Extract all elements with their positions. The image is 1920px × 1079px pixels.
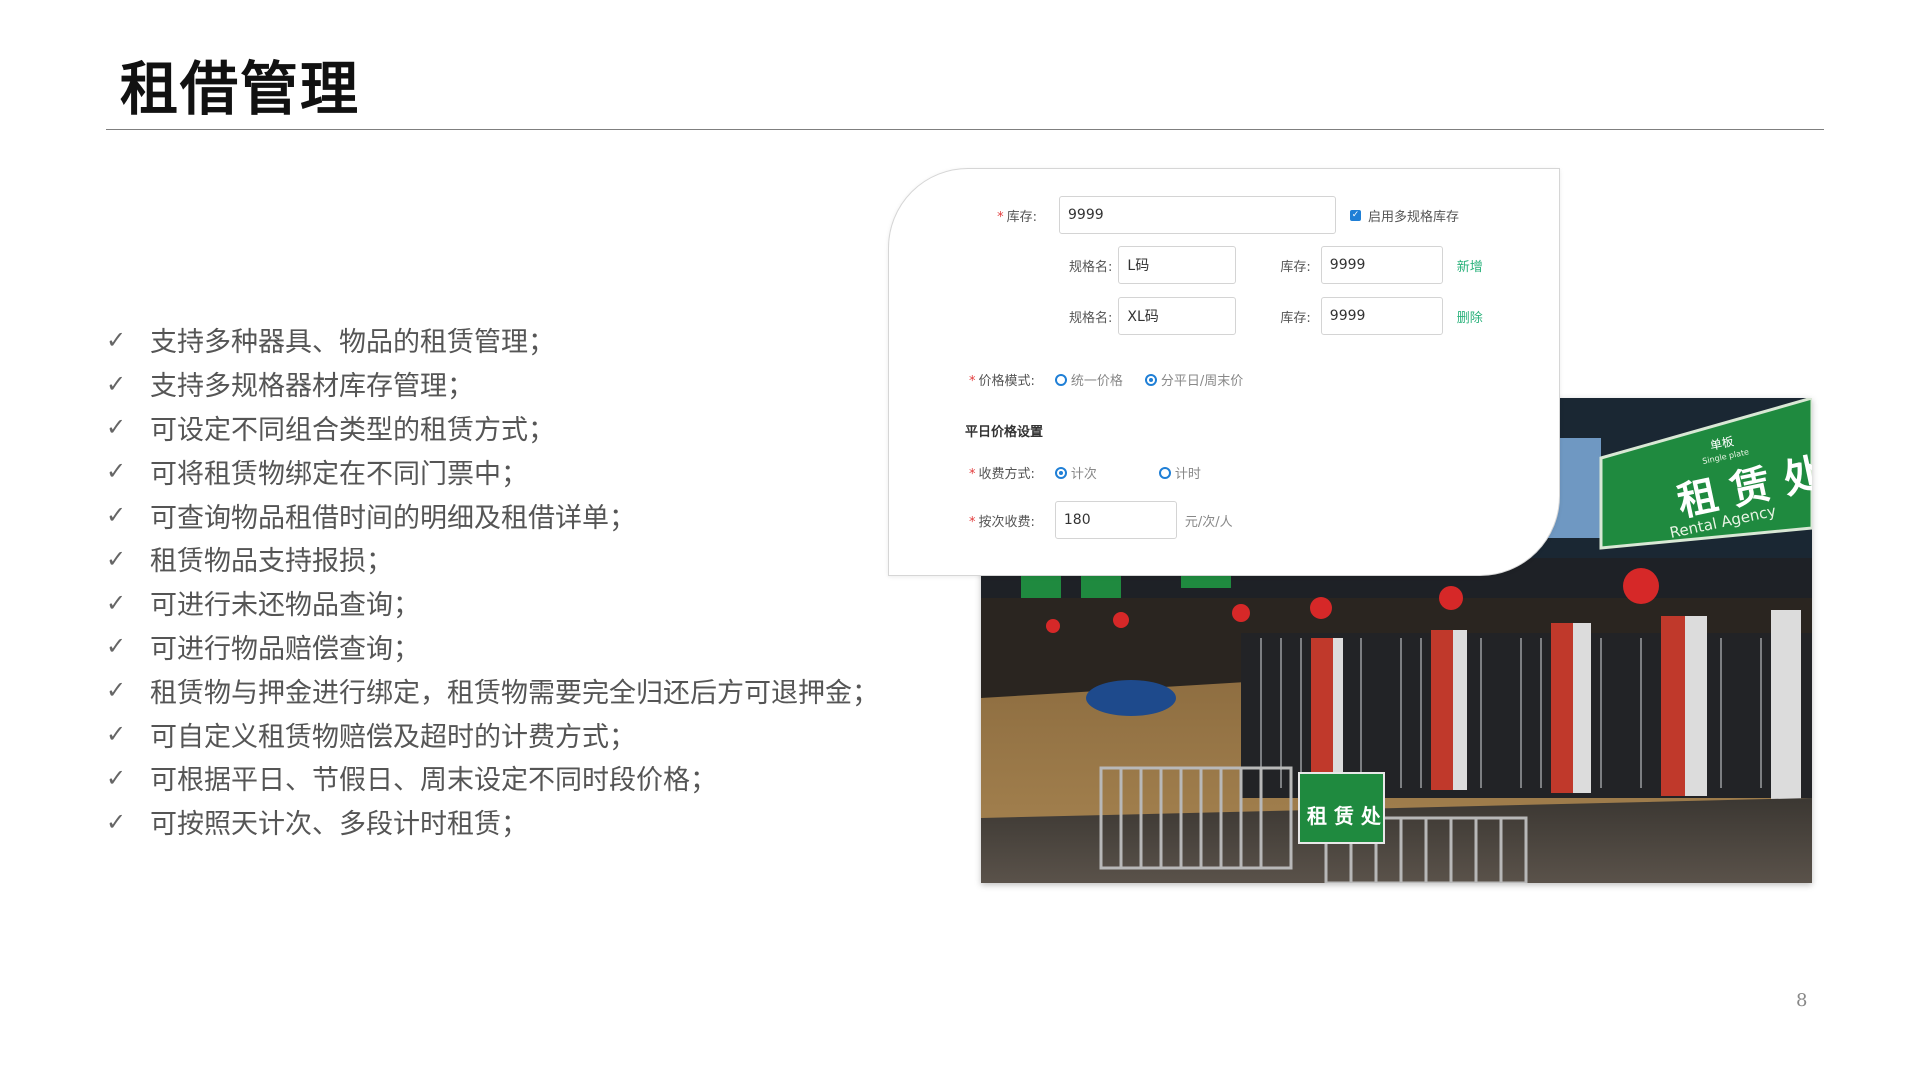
feature-item: ✓ 可将租赁物绑定在不同门票中；	[106, 449, 879, 493]
feature-item: ✓ 支持多规格器材库存管理；	[106, 362, 879, 406]
slide-title: 租借管理	[120, 55, 361, 123]
stock-label: * 库存:	[995, 206, 1037, 225]
check-icon: ✓	[106, 413, 127, 442]
charge-mode-label: * 收费方式:	[969, 463, 1035, 482]
spec-row: 规格名: L码 库存: 9999 新增	[1069, 246, 1483, 284]
check-icon: ✓	[106, 676, 127, 705]
price-mode-label-text: 价格模式:	[978, 374, 1035, 389]
per-time-fee-unit: 元/次/人	[1184, 514, 1233, 530]
spec-stock-input[interactable]: 9999	[1320, 246, 1443, 284]
feature-item: ✓ 可进行物品赔偿查询；	[106, 625, 879, 669]
stock-row: * 库存: 9999 ✓ 启用多规格库存	[995, 196, 1459, 234]
per-time-fee-input[interactable]: 180	[1054, 501, 1177, 539]
spec-stock-label: 库存:	[1280, 259, 1311, 275]
charge-hourly-label: 计时	[1174, 467, 1201, 482]
check-icon: ✓	[106, 369, 127, 398]
rental-item-form: * 库存: 9999 ✓ 启用多规格库存 规格名: L码 库存: 9999 新增 …	[888, 168, 1560, 576]
multi-spec-checkbox[interactable]: ✓	[1350, 209, 1361, 221]
feature-item: ✓ 可进行未还物品查询；	[106, 581, 879, 625]
add-spec-link[interactable]: 新增	[1457, 256, 1483, 275]
feature-text: 可自定义租赁物赔偿及超时的计费方式；	[150, 721, 636, 753]
section-title: 平日价格设置	[965, 425, 1044, 440]
per-time-fee-row: * 按次收费: 180 元/次/人	[969, 501, 1233, 539]
feature-item: ✓ 租赁物品支持报损；	[106, 537, 879, 581]
charge-mode-row: * 收费方式: 计次 计时	[969, 463, 1201, 482]
feature-text: 租赁物与押金进行绑定，租赁物需要完全归还后方可退押金；	[150, 677, 879, 709]
per-time-fee-label-text: 按次收费:	[978, 514, 1035, 530]
spec-stock-input[interactable]: 9999	[1320, 297, 1443, 335]
price-mode-row: * 价格模式: 统一价格 分平日/周末价	[969, 370, 1243, 389]
price-mode-unified-radio[interactable]	[1054, 373, 1067, 386]
check-icon: ✓	[106, 763, 127, 792]
feature-item: ✓ 可查询物品租借时间的明细及租借详单；	[106, 493, 879, 537]
check-icon: ✓	[106, 501, 127, 530]
check-icon: ✓	[106, 544, 127, 573]
check-icon: ✓	[106, 720, 127, 749]
check-icon: ✓	[106, 325, 127, 354]
feature-text: 支持多种器具、物品的租赁管理；	[150, 327, 555, 359]
required-mark: *	[969, 374, 976, 389]
spec-row: 规格名: XL码 库存: 9999 删除	[1069, 297, 1483, 335]
feature-item: ✓ 可按照天计次、多段计时租赁；	[106, 800, 879, 844]
per-time-fee-label: * 按次收费:	[969, 511, 1035, 530]
check-icon: ✓	[106, 588, 127, 617]
price-mode-split-label: 分平日/周末价	[1160, 374, 1244, 389]
feature-text: 可按照天计次、多段计时租赁；	[150, 809, 528, 841]
check-icon: ✓	[106, 807, 127, 836]
feature-text: 可查询物品租借时间的明细及租借详单；	[150, 502, 636, 534]
required-mark: *	[997, 209, 1004, 225]
check-icon: ✓	[106, 457, 127, 486]
delete-spec-link[interactable]: 删除	[1457, 307, 1483, 326]
feature-text: 可进行未还物品查询；	[150, 590, 420, 622]
stock-label-text: 库存:	[1006, 209, 1037, 225]
price-mode-split-radio[interactable]	[1144, 373, 1157, 386]
required-mark: *	[969, 514, 976, 530]
multi-spec-checkbox-label: 启用多规格库存	[1368, 209, 1460, 225]
weekday-price-section: 平日价格设置	[965, 421, 1043, 440]
spec-stock-label: 库存:	[1280, 310, 1311, 326]
feature-text: 租赁物品支持报损；	[150, 546, 393, 578]
feature-item: ✓ 可设定不同组合类型的租赁方式；	[106, 406, 879, 450]
title-divider	[106, 129, 1824, 130]
check-icon: ✓	[106, 632, 127, 661]
feature-item: ✓ 支持多种器具、物品的租赁管理；	[106, 318, 879, 362]
charge-per-time-label: 计次	[1070, 467, 1097, 482]
charge-mode-label-text: 收费方式:	[978, 467, 1035, 482]
charge-per-time-radio[interactable]	[1054, 466, 1067, 479]
price-mode-unified-label: 统一价格	[1070, 374, 1123, 389]
page-number: 8	[1796, 990, 1808, 1011]
feature-item: ✓ 可自定义租赁物赔偿及超时的计费方式；	[106, 712, 879, 756]
spec-name-label: 规格名:	[1069, 259, 1113, 275]
feature-text: 可设定不同组合类型的租赁方式；	[150, 414, 555, 446]
feature-list: ✓ 支持多种器具、物品的租赁管理； ✓ 支持多规格器材库存管理； ✓ 可设定不同组合类…	[106, 318, 879, 844]
floor-sign-text: 租 赁 处	[1307, 804, 1382, 828]
feature-item: ✓ 租赁物与押金进行绑定，租赁物需要完全归还后方可退押金；	[106, 668, 879, 712]
feature-item: ✓ 可根据平日、节假日、周末设定不同时段价格；	[106, 756, 879, 800]
charge-hourly-radio[interactable]	[1158, 466, 1171, 479]
feature-text: 可根据平日、节假日、周末设定不同时段价格；	[150, 765, 717, 797]
feature-text: 支持多规格器材库存管理；	[150, 371, 474, 403]
spec-name-input[interactable]: XL码	[1118, 297, 1237, 335]
price-mode-label: * 价格模式:	[969, 370, 1035, 389]
required-mark: *	[969, 467, 976, 482]
spec-name-input[interactable]: L码	[1118, 246, 1237, 284]
feature-text: 可将租赁物绑定在不同门票中；	[150, 458, 528, 490]
stock-input[interactable]: 9999	[1059, 196, 1336, 234]
feature-text: 可进行物品赔偿查询；	[150, 633, 420, 665]
spec-name-label: 规格名:	[1069, 310, 1113, 326]
